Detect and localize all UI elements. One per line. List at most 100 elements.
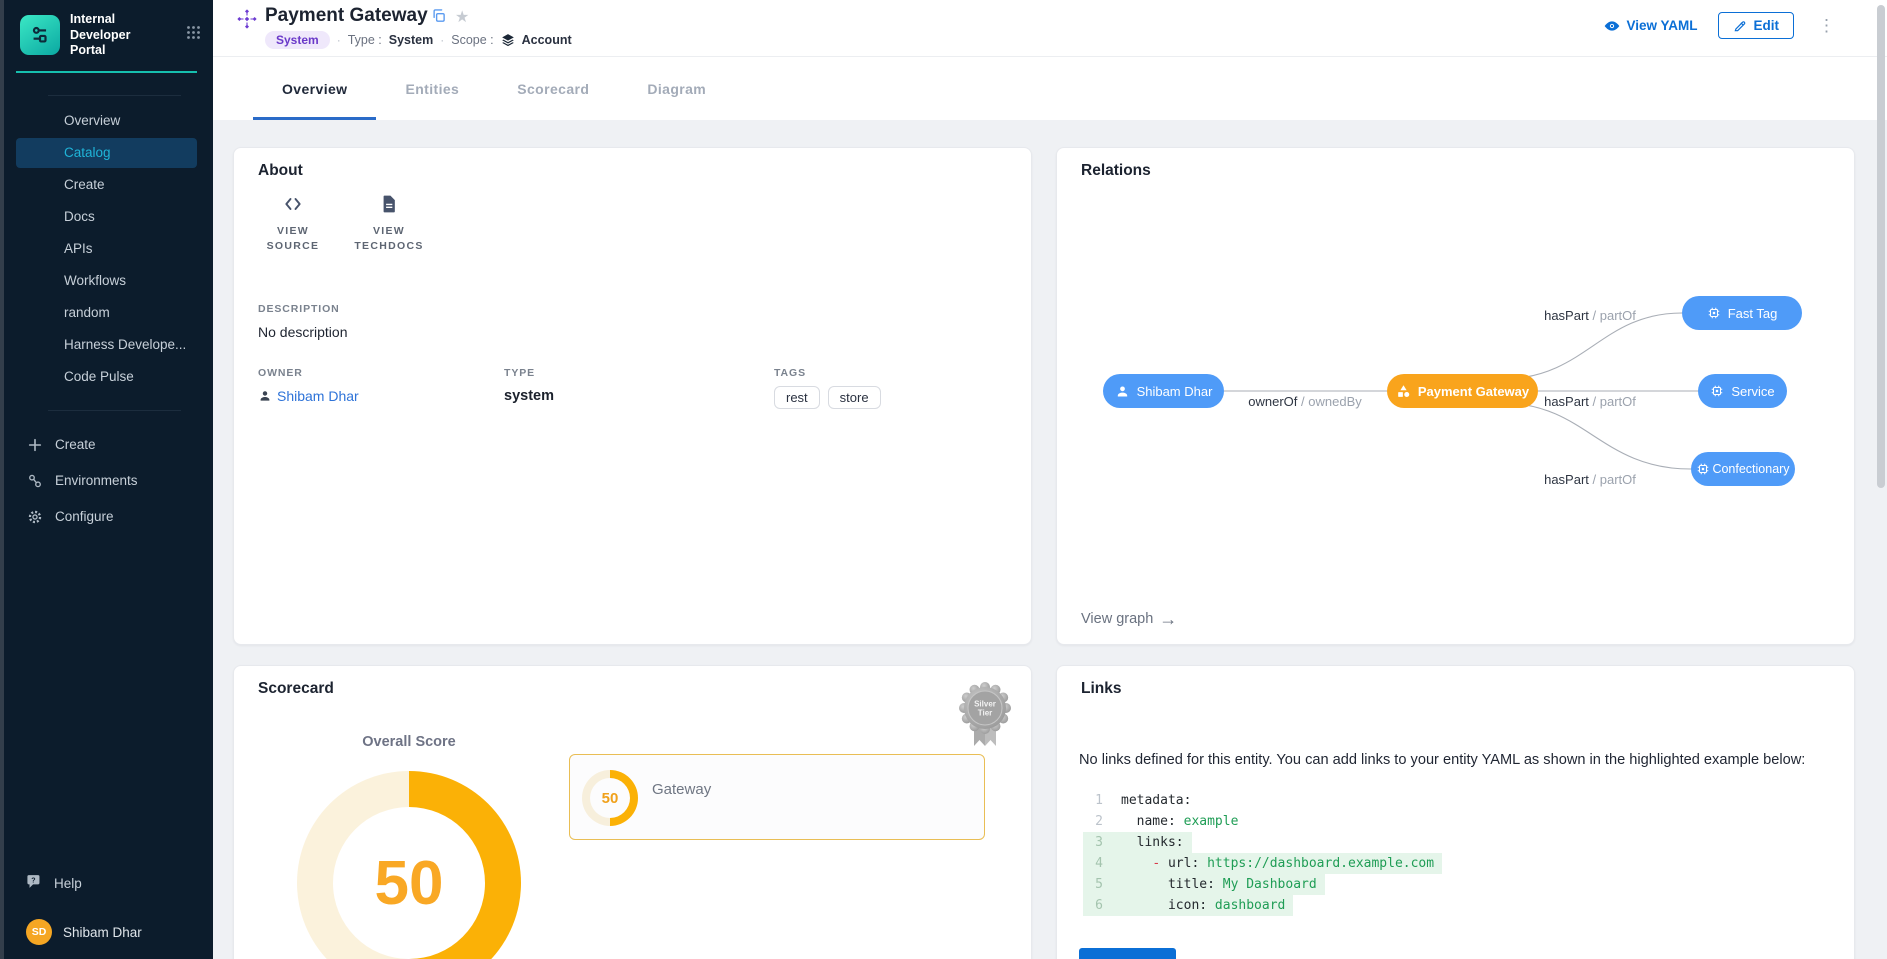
read-more-button[interactable]: Read more: [1079, 948, 1176, 959]
avatar: SD: [26, 919, 52, 945]
meta-separator: ·: [337, 33, 341, 47]
sidebar-item-random[interactable]: random: [16, 298, 197, 328]
owner-link[interactable]: Shibam Dhar: [258, 388, 504, 404]
relation-node-service[interactable]: Service: [1698, 374, 1787, 408]
relation-node-shibam[interactable]: Shibam Dhar: [1103, 374, 1224, 408]
sidebar-item-workflows[interactable]: Workflows: [16, 266, 197, 296]
links-card: Links No links defined for this entity. …: [1056, 665, 1855, 959]
line-content: - url: https://dashboard.example.com: [1121, 853, 1434, 874]
tag-chips: rest store: [774, 386, 881, 409]
app-grid-icon[interactable]: [186, 25, 201, 45]
category-icon: [1396, 384, 1411, 399]
tab-entities[interactable]: Entities: [376, 57, 488, 120]
sidebar-action-label: Create: [55, 437, 96, 452]
line-number: 1: [1083, 790, 1103, 811]
window-edge: [0, 0, 4, 959]
help-icon: ?: [26, 873, 43, 893]
code-line-5: 5 title: My Dashboard: [1083, 874, 1325, 895]
sidebar-action-label: Configure: [55, 509, 114, 524]
entity-header: Payment Gateway ★ System · Type : System…: [213, 0, 1887, 57]
portal-title: Internal Developer Portal: [70, 12, 166, 59]
view-yaml-button[interactable]: View YAML: [1604, 18, 1697, 34]
kind-badge: System: [265, 31, 330, 49]
owner-section: OWNER Shibam Dhar: [258, 367, 504, 409]
relation-node-label: Payment Gateway: [1418, 384, 1529, 399]
type-field-label: TYPE: [504, 367, 774, 379]
about-actions: VIEW SOURCE VIEW TECHDOCS: [254, 192, 428, 254]
sidebar-item-overview[interactable]: Overview: [16, 106, 197, 136]
line-number: 2: [1083, 811, 1103, 832]
relations-card: Relations Shibam DharPayment GatewayFast…: [1056, 147, 1855, 645]
scorecard-gateway-card[interactable]: 50 Gateway: [569, 754, 985, 840]
scrollbar-thumb[interactable]: [1877, 5, 1885, 488]
line-content: title: My Dashboard: [1121, 874, 1317, 895]
line-content: icon: dashboard: [1121, 895, 1285, 916]
copy-icon[interactable]: [431, 8, 446, 28]
view-source-button[interactable]: VIEW SOURCE: [254, 192, 332, 254]
sidebar-action-create[interactable]: Create: [0, 427, 213, 463]
edit-button[interactable]: Edit: [1718, 12, 1795, 39]
view-techdocs-button[interactable]: VIEW TECHDOCS: [350, 192, 428, 254]
sidebar-item-harness-develope-[interactable]: Harness Develope...: [16, 330, 197, 360]
code-icon: [281, 192, 305, 216]
tab-diagram[interactable]: Diagram: [618, 57, 735, 120]
portal-logo-icon[interactable]: [20, 15, 60, 55]
line-content: metadata:: [1121, 790, 1191, 811]
scope-value: Account: [522, 33, 572, 47]
svg-text:Silver: Silver: [974, 700, 996, 709]
sidebar-item-apis[interactable]: APIs: [16, 234, 197, 264]
scorecard-title: Scorecard: [258, 680, 334, 698]
gateway-score-value: 50: [602, 790, 619, 807]
help-button[interactable]: ? Help: [26, 873, 213, 893]
relation-node-label: Shibam Dhar: [1137, 384, 1213, 399]
relation-node-label: Confectionary: [1712, 462, 1789, 476]
sidebar-action-environments[interactable]: Environments: [0, 463, 213, 499]
relation-node-confectionary[interactable]: Confectionary: [1691, 452, 1795, 486]
meta-separator: ·: [440, 33, 444, 47]
more-options-icon[interactable]: ⋮: [1814, 13, 1839, 38]
user-menu[interactable]: SD Shibam Dhar: [26, 919, 213, 945]
view-graph-link[interactable]: View graph→: [1081, 610, 1177, 628]
sidebar-item-docs[interactable]: Docs: [16, 202, 197, 232]
type-section: TYPE system: [504, 367, 774, 409]
line-content: links:: [1121, 832, 1184, 853]
sidebar-item-create[interactable]: Create: [16, 170, 197, 200]
type-label: Type :: [348, 33, 382, 47]
relation-node-label: Service: [1731, 384, 1774, 399]
eye-icon: [1604, 18, 1620, 34]
header-actions: View YAML Edit ⋮: [1604, 12, 1839, 39]
description-section: DESCRIPTION No description: [258, 303, 348, 340]
type-value: System: [389, 33, 433, 47]
tab-scorecard[interactable]: Scorecard: [488, 57, 618, 120]
code-line-1: 1 metadata:: [1083, 790, 1199, 811]
owner-label: OWNER: [258, 367, 504, 379]
line-number: 5: [1083, 874, 1103, 895]
description-value: No description: [258, 324, 348, 340]
type-field-value: system: [504, 388, 774, 404]
person-icon: [1115, 384, 1130, 399]
chip-icon: [1696, 462, 1710, 476]
relation-node-fasttag[interactable]: Fast Tag: [1682, 296, 1802, 330]
star-icon[interactable]: ★: [455, 7, 469, 27]
sidebar-header: Internal Developer Portal: [0, 0, 213, 69]
tag-chip-store[interactable]: store: [828, 386, 881, 409]
tag-chip-rest[interactable]: rest: [774, 386, 820, 409]
sidebar-item-code-pulse[interactable]: Code Pulse: [16, 362, 197, 392]
description-label: DESCRIPTION: [258, 303, 348, 315]
sidebar-item-catalog[interactable]: Catalog: [16, 138, 197, 168]
relation-node-payment[interactable]: Payment Gateway: [1387, 374, 1538, 408]
edge-label: hasPart / partOf: [1544, 394, 1636, 409]
person-icon: [258, 389, 272, 403]
gateway-score-donut: 50: [582, 770, 638, 826]
tab-bar: OverviewEntitiesScorecardDiagram: [253, 57, 735, 120]
tab-overview[interactable]: Overview: [253, 57, 376, 120]
yaml-example-code: 1metadata:2 name: example3 links:4 - url…: [1083, 790, 1442, 916]
line-number: 6: [1083, 895, 1103, 916]
chip-icon: [1710, 384, 1724, 398]
code-line-3: 3 links:: [1083, 832, 1192, 853]
sidebar: Internal Developer Portal OverviewCatalo…: [0, 0, 213, 959]
sidebar-action-configure[interactable]: Configure: [0, 499, 213, 535]
svg-text:?: ?: [31, 877, 35, 885]
gateway-score-name: Gateway: [652, 781, 711, 798]
pencil-icon: [1733, 19, 1747, 33]
